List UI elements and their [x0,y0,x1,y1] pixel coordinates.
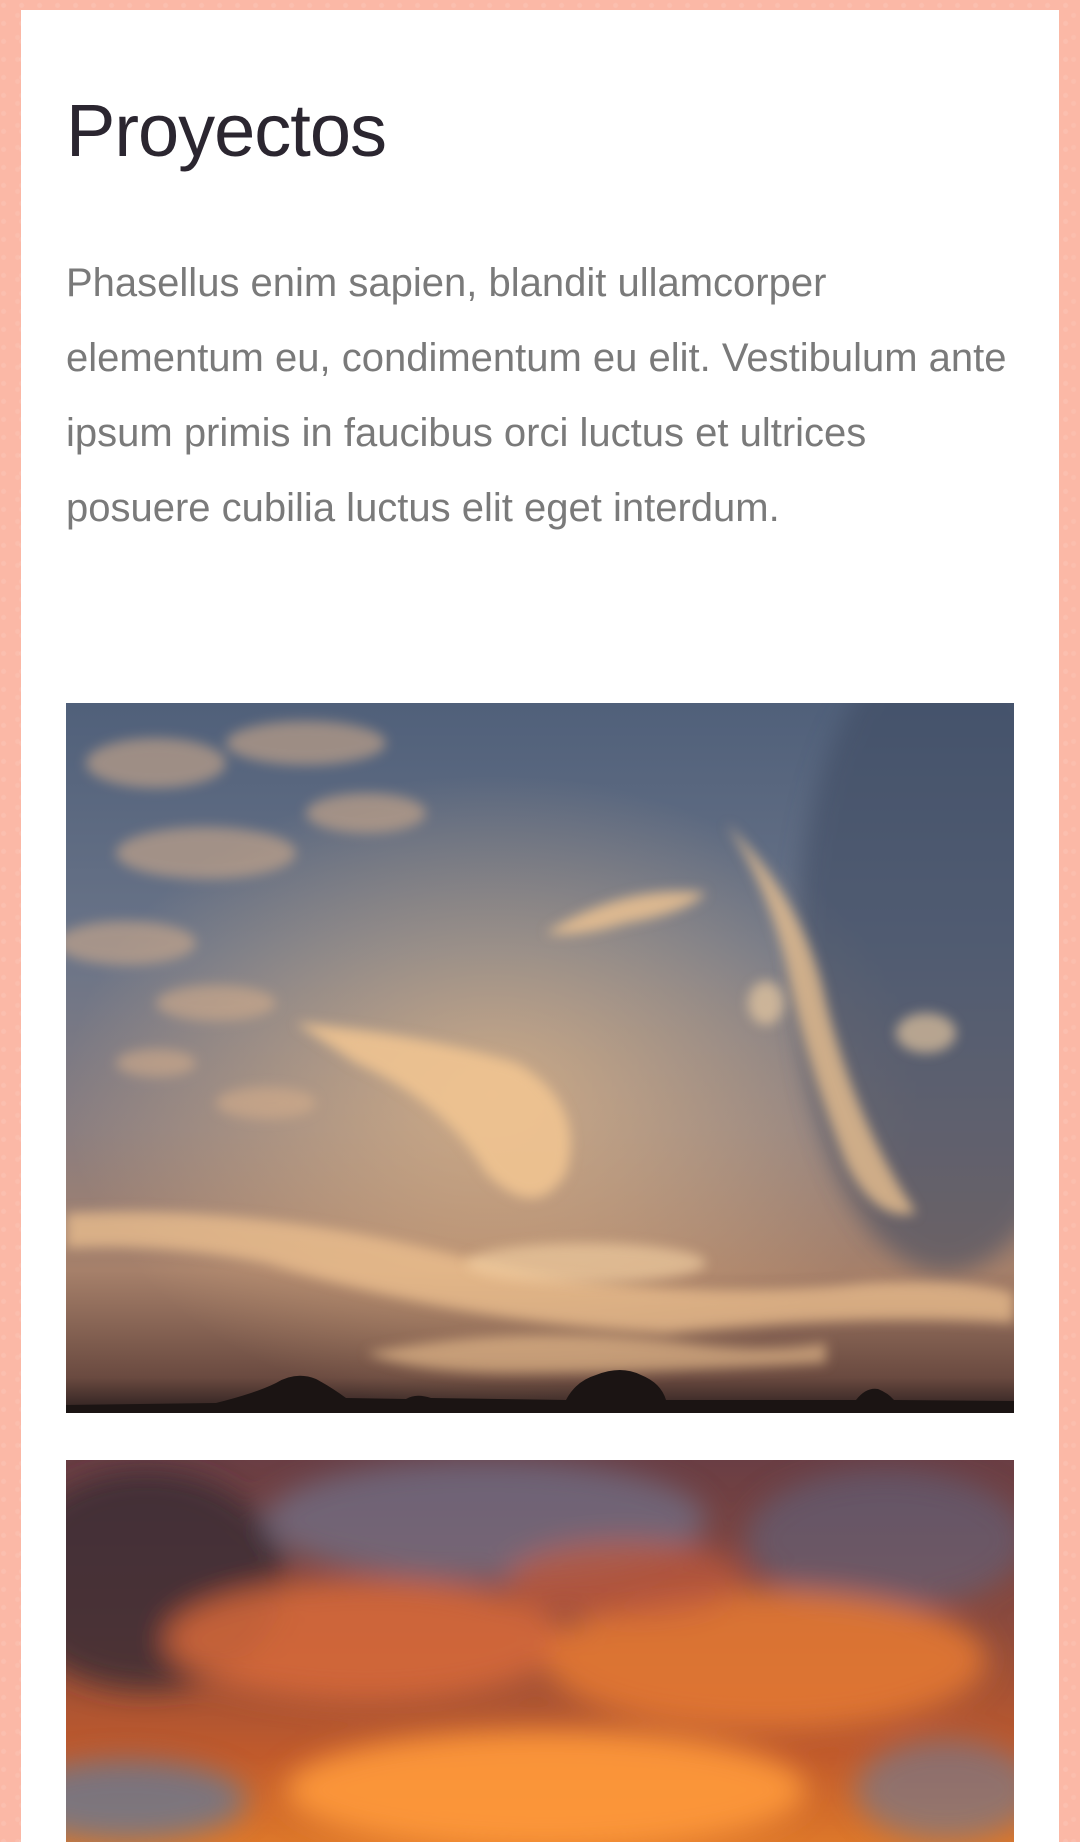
intro-paragraph: Phasellus enim sapien, blandit ullamcorp… [66,261,1007,530]
content-card: Proyectos Phasellus enim sapien, blandit… [21,10,1059,1842]
sunset-clouds-photo [66,703,1014,1413]
fiery-sunset-photo [66,1460,1014,1842]
page-title: Proyectos [66,89,387,172]
project-image-fiery-sunset[interactable] [66,1460,1014,1842]
project-image-sunset-clouds[interactable] [66,703,1014,1413]
